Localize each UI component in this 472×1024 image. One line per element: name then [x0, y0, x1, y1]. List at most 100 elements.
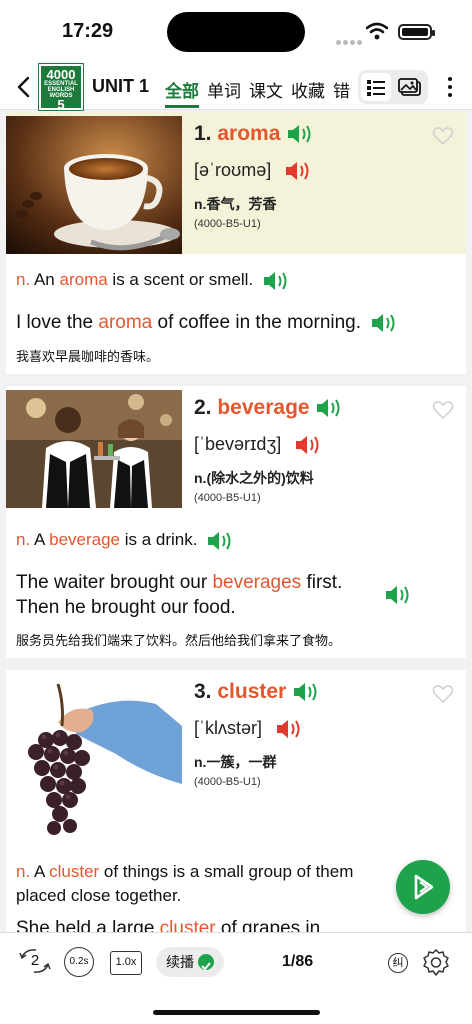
tab-all[interactable]: 全部 — [165, 64, 199, 108]
tab-favorites[interactable]: 收藏 — [291, 64, 325, 110]
definition: n. An aroma is a scent or smell. — [16, 268, 290, 292]
word-number: 3. — [194, 680, 212, 703]
word-title: 2. beverage — [194, 396, 343, 420]
word-card: 2. beverage [ˈbevərɪdʒ] n.(除水之外的)饮料 (400… — [6, 386, 466, 658]
example-text: of coffee in the morning. — [152, 312, 362, 333]
example-text: of grapes in — [215, 918, 321, 932]
definition-text: is a drink. — [120, 530, 198, 549]
check-icon — [198, 954, 214, 971]
autoplay-label: 续播 — [166, 954, 194, 970]
speed-value: 1.0x — [115, 956, 137, 968]
back-chevron-icon[interactable] — [12, 74, 36, 100]
definition-pos: n. — [16, 530, 31, 549]
play-button[interactable] — [396, 860, 450, 914]
speaker-icon[interactable] — [370, 312, 398, 334]
speaker-icon[interactable] — [384, 584, 412, 606]
unit-title: UNIT 1 — [92, 76, 150, 96]
phonetic: [əˈroʊmə] — [194, 160, 312, 182]
speed-button[interactable]: 1.0x — [110, 951, 142, 975]
list-view-button[interactable] — [361, 73, 391, 101]
example-sentence: She held a large cluster of grapes in — [16, 916, 320, 932]
logo-number: 5 — [57, 97, 65, 112]
word-number: 2. — [194, 396, 212, 419]
definition-pos: n. — [16, 862, 31, 881]
phonetic: [ˈklʌstər] — [194, 718, 303, 740]
signal-icon — [336, 32, 364, 50]
example-text: The waiter brought our — [16, 572, 213, 593]
definition-text: A — [30, 862, 50, 881]
definition-highlight: aroma — [59, 270, 108, 289]
word-meaning: n.一簇，一群 — [194, 754, 277, 770]
image-view-icon — [398, 78, 421, 96]
definition-text: A — [30, 530, 50, 549]
home-indicator — [153, 1010, 320, 1015]
correction-button[interactable]: 纠 — [388, 953, 408, 973]
word-code: (4000-B5-U1) — [194, 776, 261, 788]
word-code: (4000-B5-U1) — [194, 218, 261, 230]
definition: n. A cluster of things is a small group … — [16, 860, 353, 908]
list-view-icon — [367, 80, 385, 96]
speaker-icon[interactable] — [294, 434, 322, 456]
wifi-icon — [366, 22, 388, 40]
example-sentence: The waiter brought our beverages first. … — [16, 570, 342, 620]
example-sentence: I love the aroma of coffee in the mornin… — [16, 310, 398, 335]
repeat-count: 2 — [30, 952, 40, 969]
dynamic-island — [167, 12, 305, 52]
speaker-icon[interactable] — [284, 160, 312, 182]
favorite-heart-icon[interactable] — [432, 126, 454, 146]
definition-text: is a scent or smell. — [107, 270, 254, 289]
autoplay-toggle[interactable]: 续播 — [156, 947, 224, 977]
example-text: I love the — [16, 312, 99, 333]
example-text: She held a large — [16, 918, 160, 932]
view-mode-toggle — [358, 70, 428, 104]
speaker-icon[interactable] — [262, 270, 290, 292]
favorite-heart-icon[interactable] — [432, 400, 454, 420]
example-text: Then he brought our food. — [16, 597, 236, 618]
tab-mistakes[interactable]: 错词 — [333, 64, 351, 110]
speaker-icon[interactable] — [206, 530, 234, 552]
category-tabs: 全部单词课文收藏错词 — [165, 64, 351, 110]
word-code: (4000-B5-U1) — [194, 492, 261, 504]
more-options-icon[interactable] — [444, 74, 456, 100]
example-highlight: beverages — [212, 572, 302, 593]
word-text: beverage — [217, 396, 310, 419]
word-meaning: n.香气，芳香 — [194, 196, 277, 212]
phonetic: [ˈbevərɪdʒ] — [194, 434, 322, 456]
favorite-heart-icon[interactable] — [432, 684, 454, 704]
status-time: 17:29 — [62, 20, 114, 42]
word-title: 3. cluster — [194, 680, 320, 704]
waiters-photo — [6, 390, 182, 528]
word-text: cluster — [217, 680, 287, 703]
play-icon — [414, 874, 434, 900]
page-indicator: 1/86 — [282, 953, 314, 970]
speaker-icon[interactable] — [286, 123, 314, 145]
definition: n. A beverage is a drink. — [16, 528, 234, 552]
tab-text[interactable]: 课文 — [249, 64, 283, 110]
definition-text: An — [30, 270, 60, 289]
speaker-icon[interactable] — [315, 397, 343, 419]
definition-pos: n. — [16, 270, 31, 289]
battery-icon — [398, 24, 435, 40]
definition-text: of things is a small group of them — [99, 862, 354, 881]
word-title: 1. aroma — [194, 122, 314, 146]
status-bar: 17:29 — [0, 0, 472, 64]
grapes-photo — [6, 674, 182, 850]
example-highlight: cluster — [159, 918, 216, 932]
interval-button[interactable]: 0.2s — [64, 947, 94, 977]
speaker-icon[interactable] — [292, 681, 320, 703]
word-meaning: n.(除水之外的)饮料 — [194, 470, 314, 486]
gear-icon[interactable] — [420, 947, 452, 979]
tab-words[interactable]: 单词 — [207, 64, 241, 110]
word-number: 1. — [194, 122, 212, 145]
phonetic-text: [əˈroʊmə] — [194, 160, 272, 180]
word-text: aroma — [217, 122, 281, 145]
speaker-icon[interactable] — [275, 718, 303, 740]
logo-top-text: 4000 — [46, 67, 76, 82]
image-view-button[interactable] — [395, 73, 425, 101]
coffee-cup-photo — [6, 116, 182, 254]
example-translation: 我喜欢早晨咖啡的香味。 — [16, 349, 160, 364]
repeat-count-button[interactable]: 2 — [16, 947, 54, 975]
definition-text: placed close together. — [16, 886, 182, 905]
example-text: first. — [301, 572, 343, 593]
phonetic-text: [ˈbevərɪdʒ] — [194, 434, 282, 454]
